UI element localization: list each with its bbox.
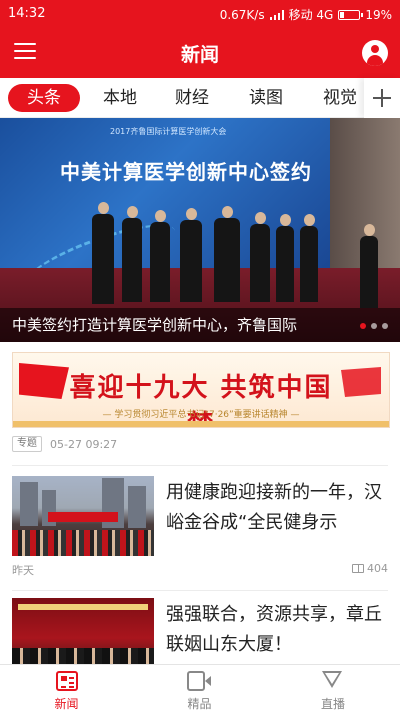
hero-person — [92, 202, 114, 304]
hero-caption: 中美签约打造计算医学创新中心，齐鲁国际 — [0, 308, 400, 342]
hero-carousel[interactable]: 2017齐鲁国际计算医学创新大会 中美计算医学创新中心签约 中美签约打造计算医学… — [0, 118, 400, 342]
newspaper-icon — [55, 671, 78, 691]
app-header: 新闻 — [0, 28, 400, 78]
diamond-icon — [322, 671, 342, 689]
bottom-tab-label: 精品 — [187, 697, 212, 711]
bottom-tab-label: 直播 — [320, 697, 345, 711]
hero-screen-title: 中美计算医学创新中心签约 — [60, 160, 312, 184]
banner-subtitle: — 学习贯彻习近平总书记“7·26”重要讲话精神 — — [102, 410, 300, 420]
list-item[interactable]: 强强联合，资源共享，章丘联姻山东大厦！ — [12, 598, 388, 664]
carousel-indicator — [360, 323, 388, 329]
red-flag-graphic — [341, 367, 381, 397]
article-time: 昨天 — [12, 564, 34, 577]
signal-strength-icon — [269, 9, 284, 20]
video-camera-icon — [186, 671, 211, 691]
bottom-tab-label: 新闻 — [54, 697, 79, 711]
read-count-icon — [352, 564, 364, 573]
feature-meta: 专题 05-27 09:27 — [12, 436, 117, 452]
tab-local[interactable]: 本地 — [88, 84, 152, 112]
topic-tag: 专题 — [12, 436, 42, 452]
tab-finance[interactable]: 财经 — [160, 84, 224, 112]
divider — [12, 465, 388, 466]
hero-person — [300, 214, 318, 302]
hero-person — [122, 206, 142, 302]
feature-banner-image: 喜迎十九大 共筑中国梦 — 学习贯彻习近平总书记“7·26”重要讲话精神 — — [12, 352, 390, 428]
hero-person — [276, 214, 294, 302]
hero-person — [360, 224, 378, 308]
bottom-tab-premium[interactable]: 精品 — [133, 665, 266, 714]
battery-icon — [338, 9, 364, 20]
bottom-tab-news[interactable]: 新闻 — [0, 665, 133, 714]
page-title: 新闻 — [180, 44, 219, 66]
bottom-tab-live[interactable]: 直播 — [266, 665, 400, 714]
tab-headlines[interactable]: 头条 — [8, 84, 80, 112]
article-headline: 用健康跑迎接新的一年，汉峪金谷成“全民健身示 — [166, 482, 382, 533]
article-reads: 404 — [352, 562, 388, 575]
read-count: 404 — [367, 562, 388, 575]
hero-conference-title: 2017齐鲁国际计算医学创新大会 — [110, 127, 227, 136]
carousel-dot[interactable] — [360, 323, 366, 329]
article-thumbnail — [12, 476, 154, 556]
status-bar: 14:32 0.67K/s 移动 4G 19% — [0, 0, 400, 28]
carrier-label: 移动 4G — [288, 8, 334, 22]
network-speed: 0.67K/s — [219, 7, 265, 22]
battery-level: 19% — [365, 7, 392, 22]
tab-visual[interactable]: 视觉 — [308, 84, 372, 112]
channel-tabs: 头条 本地 财经 读图 视觉 — [0, 78, 400, 118]
hero-person — [250, 212, 270, 302]
hero-person — [214, 206, 240, 302]
carousel-dot[interactable] — [382, 323, 388, 329]
add-channel-icon[interactable] — [364, 78, 400, 118]
tab-photos[interactable]: 读图 — [234, 84, 298, 112]
hero-person — [150, 210, 170, 302]
user-avatar-icon[interactable] — [362, 40, 388, 66]
hero-person — [180, 208, 202, 302]
article-headline: 强强联合，资源共享，章丘联姻山东大厦！ — [166, 604, 382, 655]
status-time: 14:32 — [8, 6, 46, 21]
carousel-dot[interactable] — [371, 323, 377, 329]
divider — [12, 590, 388, 591]
list-item[interactable]: 用健康跑迎接新的一年，汉峪金谷成“全民健身示 昨天 404 — [12, 476, 388, 586]
feature-date: 05-27 09:27 — [50, 437, 118, 451]
article-thumbnail — [12, 598, 154, 664]
feature-article[interactable]: 喜迎十九大 共筑中国梦 — 学习贯彻习近平总书记“7·26”重要讲话精神 — 专… — [12, 352, 390, 462]
status-indicators: 0.67K/s 移动 4G 19% — [220, 6, 392, 23]
bottom-tab-bar: 新闻 精品 直播 — [0, 664, 400, 714]
banner-ribbon — [13, 421, 389, 427]
red-flag-graphic — [19, 363, 69, 399]
